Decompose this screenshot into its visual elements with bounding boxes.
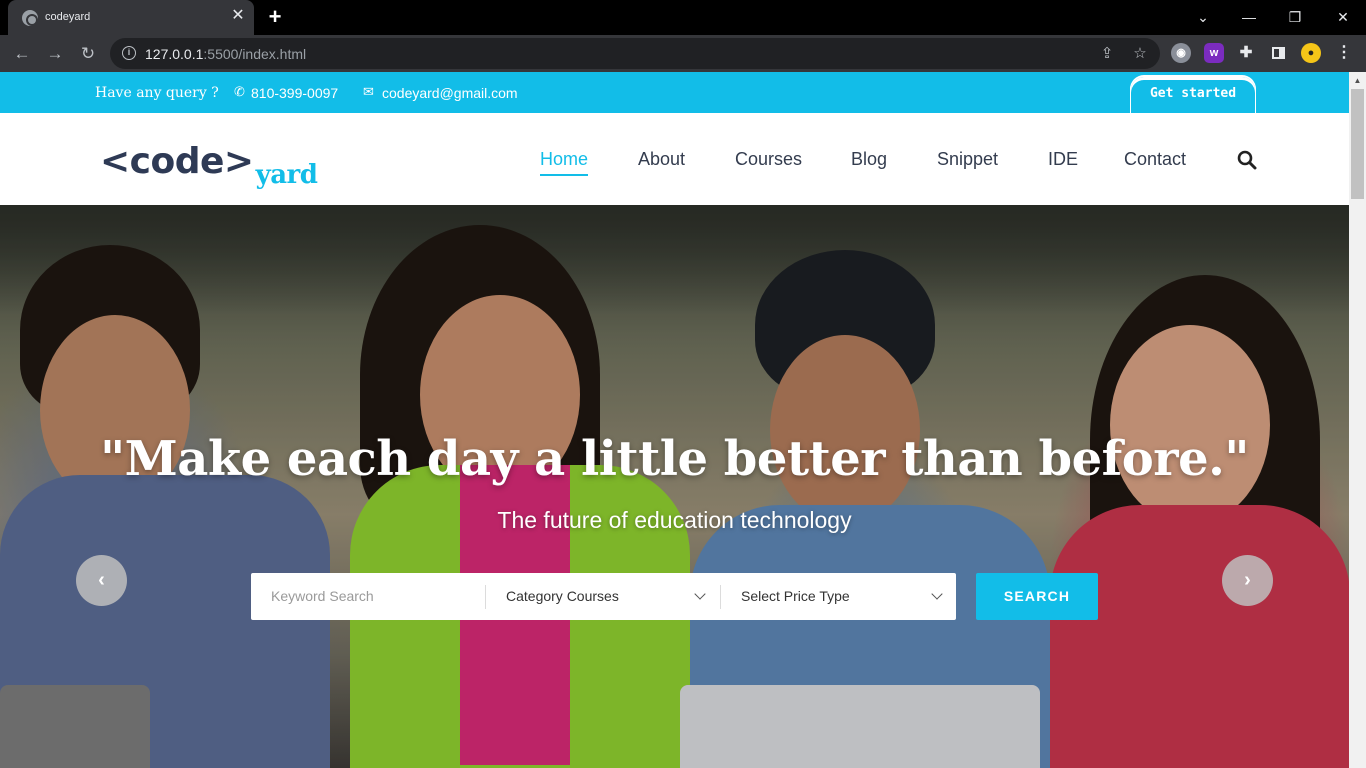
course-search-form: Keyword Search Category Courses Select P… [251, 573, 956, 620]
hero-banner: "Make each day a little better than befo… [0, 205, 1349, 768]
envelope-icon: ✉ [363, 84, 374, 99]
nav-ide[interactable]: IDE [1048, 149, 1078, 170]
price-type-select[interactable]: Select Price Type [741, 573, 850, 620]
nav-about[interactable]: About [638, 149, 685, 170]
back-arrow-icon[interactable]: ← [11, 43, 33, 65]
browser-menu-icon[interactable]: ⋮ [1334, 43, 1354, 63]
hero-subtitle: The future of education technology [497, 507, 852, 533]
nav-courses[interactable]: Courses [735, 149, 802, 170]
globe-icon [22, 10, 38, 26]
phone-icon: ✆ [234, 84, 245, 99]
tab-search-icon[interactable]: ⌄ [1193, 7, 1213, 27]
browser-toolbar: ← → ↻ i 127.0.0.1:5500/index.html ⇪ ☆ ◉ … [0, 35, 1366, 72]
scroll-thumb[interactable] [1351, 89, 1364, 199]
carousel-prev-button[interactable]: ‹ [76, 555, 127, 606]
forward-arrow-icon[interactable]: → [44, 43, 66, 65]
keyword-search-input[interactable]: Keyword Search [271, 573, 374, 620]
search-button[interactable]: SEARCH [976, 573, 1098, 620]
divider [720, 585, 721, 609]
extension-w-icon[interactable]: w [1204, 43, 1224, 63]
site-info-icon[interactable]: i [122, 46, 136, 60]
chevron-down-icon[interactable] [931, 588, 943, 600]
query-label: Have any query ? [95, 85, 219, 101]
maximize-button[interactable]: ❐ [1285, 7, 1305, 27]
new-tab-button[interactable]: + [265, 6, 285, 28]
nav-blog[interactable]: Blog [851, 149, 887, 170]
bookmark-star-icon[interactable]: ☆ [1130, 44, 1150, 64]
hero-title: "Make each day a little better than befo… [100, 431, 1249, 487]
scroll-up-icon[interactable]: ▲ [1349, 72, 1366, 89]
nav-contact[interactable]: Contact [1124, 149, 1186, 170]
get-started-button[interactable]: Get started [1130, 76, 1256, 113]
nav-snippet[interactable]: Snippet [937, 149, 998, 170]
divider [485, 585, 486, 609]
close-tab-icon[interactable]: ✕ [230, 8, 246, 24]
carousel-next-button[interactable]: › [1222, 555, 1273, 606]
browser-tab[interactable]: codeyard ✕ [8, 0, 254, 35]
side-panel-icon[interactable] [1268, 43, 1288, 63]
tab-title: codeyard [45, 11, 91, 23]
profile-avatar[interactable]: ● [1301, 43, 1321, 63]
site-header: <code>yard Home About Courses Blog Snipp… [0, 113, 1349, 205]
page-scrollbar[interactable]: ▲ [1349, 72, 1366, 768]
url-text: 127.0.0.1:5500/index.html [145, 46, 307, 62]
top-info-bar: Have any query ? ✆ 810-399-0097 ✉ codeya… [0, 72, 1349, 113]
extensions-puzzle-icon[interactable]: ✚ [1236, 43, 1256, 63]
chevron-down-icon[interactable] [694, 588, 706, 600]
category-select[interactable]: Category Courses [506, 573, 619, 620]
email-link[interactable]: codeyard@gmail.com [382, 85, 518, 101]
browser-tab-strip: codeyard ✕ + ⌄ — ❐ ✕ [0, 0, 1366, 35]
address-bar[interactable]: i 127.0.0.1:5500/index.html ⇪ ☆ [110, 38, 1160, 69]
nav-home[interactable]: Home [540, 149, 589, 176]
minimize-button[interactable]: — [1239, 7, 1259, 27]
search-icon[interactable] [1237, 150, 1257, 170]
extension-owl-icon[interactable]: ◉ [1171, 43, 1191, 63]
reload-icon[interactable]: ↻ [77, 43, 99, 65]
site-logo[interactable]: <code>yard [100, 141, 318, 190]
share-icon[interactable]: ⇪ [1097, 44, 1117, 64]
close-window-button[interactable]: ✕ [1333, 7, 1353, 27]
page-viewport: Have any query ? ✆ 810-399-0097 ✉ codeya… [0, 72, 1349, 768]
phone-number[interactable]: 810-399-0097 [251, 85, 338, 101]
